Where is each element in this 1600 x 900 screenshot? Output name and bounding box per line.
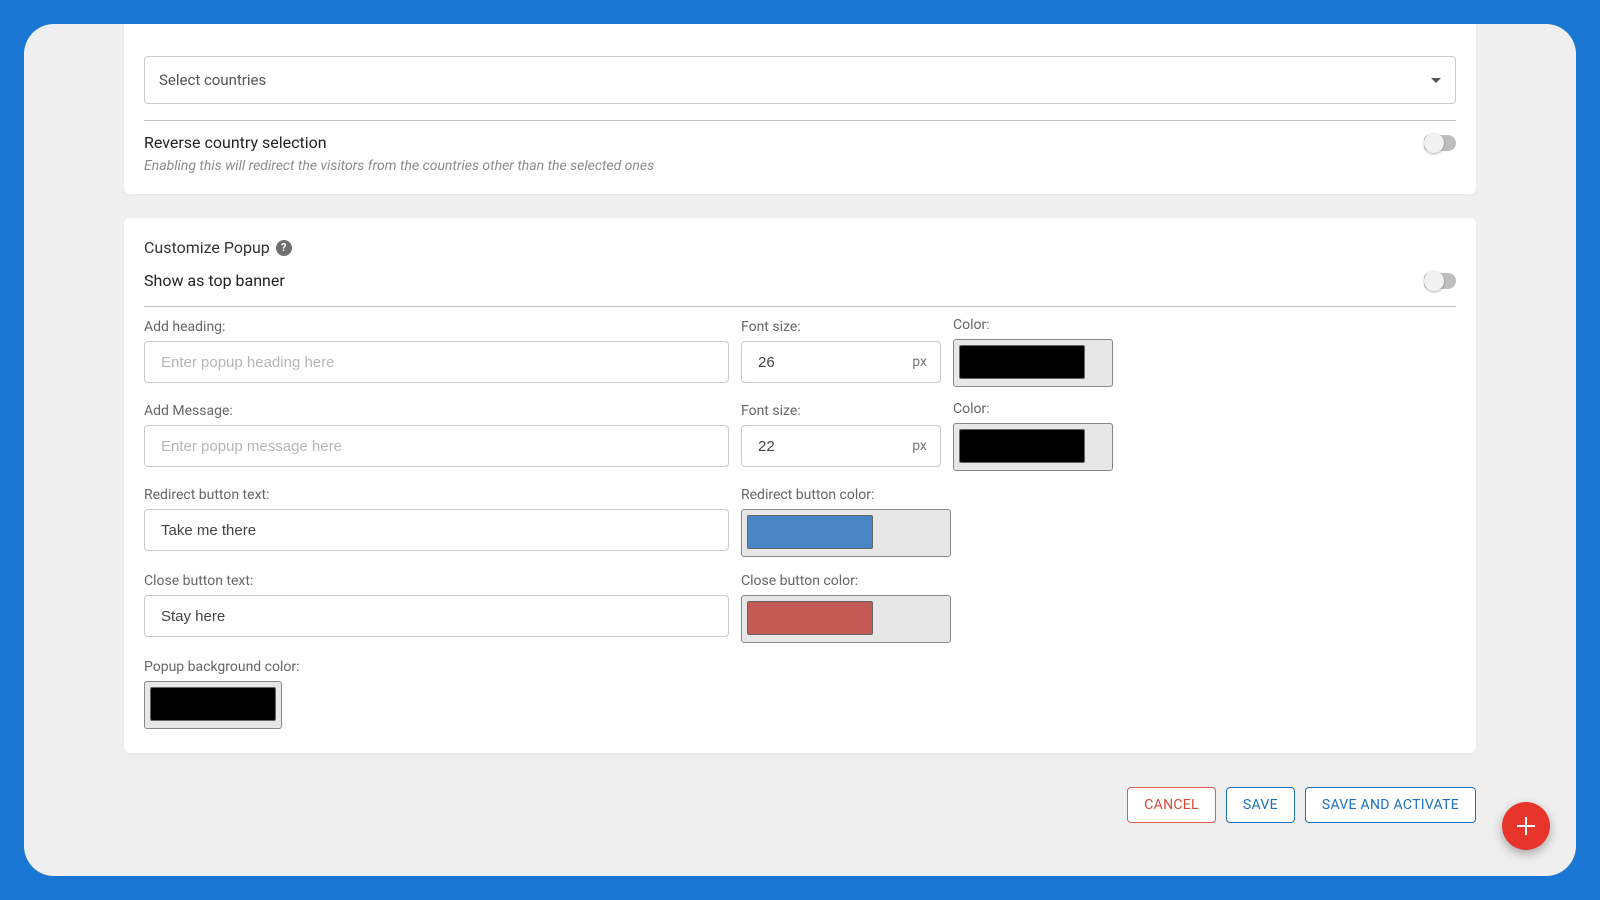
add-fab[interactable] [1502,802,1550,850]
message-font-wrap: px [741,425,941,467]
redirect-color-label: Redirect button color: [741,487,951,503]
close-color-label: Close button color: [741,573,951,589]
heading-font-wrap: px [741,341,941,383]
form-actions: CANCEL SAVE SAVE AND ACTIVATE [124,777,1476,823]
save-button[interactable]: SAVE [1226,787,1295,823]
heading-input[interactable] [144,341,729,383]
close-text-input[interactable] [144,595,729,637]
close-row: Close button text: Close button color: [144,573,1456,643]
heading-color-picker[interactable] [953,339,1113,387]
redirect-color-picker[interactable] [741,509,951,557]
countries-card: Select countries Reverse country selecti… [124,24,1476,194]
heading-color-swatch [959,345,1085,379]
customize-popup-title: Customize Popup [144,238,270,257]
reverse-country-helper: Enabling this will redirect the visitors… [144,158,1456,174]
reverse-country-label: Reverse country selection [144,133,327,152]
show-banner-row: Show as top banner [144,271,1456,290]
heading-label: Add heading: [144,319,729,335]
close-color-field: Close button color: [741,573,951,643]
redirect-row: Redirect button text: Redirect button co… [144,487,1456,557]
message-color-field: Color: [953,403,1113,471]
app-frame: Select countries Reverse country selecti… [24,24,1576,876]
heading-text-field: Add heading: [144,319,729,383]
redirect-text-field: Redirect button text: [144,487,729,557]
content-area: Select countries Reverse country selecti… [124,24,1476,823]
popup-bg-label: Popup background color: [144,659,1456,675]
help-icon[interactable]: ? [276,240,292,256]
heading-color-label: Color: [953,317,1113,333]
message-input[interactable] [144,425,729,467]
plus-icon [1517,817,1535,835]
country-select[interactable]: Select countries [144,56,1456,104]
customize-popup-card: Customize Popup ? Show as top banner Add… [124,218,1476,753]
customize-popup-title-row: Customize Popup ? [144,238,1456,257]
message-font-input[interactable] [741,425,941,467]
close-text-field: Close button text: [144,573,729,643]
message-color-swatch [959,429,1085,463]
close-color-picker[interactable] [741,595,951,643]
divider [144,120,1456,121]
message-color-picker[interactable] [953,423,1113,471]
heading-row: Add heading: Font size: px Color: [144,319,1456,387]
redirect-text-label: Redirect button text: [144,487,729,503]
divider [144,306,1456,307]
message-font-label: Font size: [741,403,941,419]
message-row: Add Message: Font size: px Color: [144,403,1456,471]
close-color-swatch [747,601,873,635]
chevron-down-icon [1431,78,1441,83]
reverse-country-row: Reverse country selection [144,133,1456,152]
reverse-country-toggle[interactable] [1424,135,1456,151]
message-label: Add Message: [144,403,729,419]
heading-font-field: Font size: px [741,319,941,383]
cancel-button[interactable]: CANCEL [1127,787,1216,823]
close-text-label: Close button text: [144,573,729,589]
heading-color-field: Color: [953,319,1113,387]
heading-font-input[interactable] [741,341,941,383]
show-banner-toggle[interactable] [1424,273,1456,289]
message-color-label: Color: [953,401,1113,417]
country-select-placeholder: Select countries [159,71,266,89]
show-banner-label: Show as top banner [144,271,285,290]
message-text-field: Add Message: [144,403,729,467]
popup-bg-color-swatch [150,687,276,721]
redirect-text-input[interactable] [144,509,729,551]
save-activate-button[interactable]: SAVE AND ACTIVATE [1305,787,1476,823]
popup-bg-row: Popup background color: [144,659,1456,733]
heading-font-label: Font size: [741,319,941,335]
message-font-field: Font size: px [741,403,941,467]
popup-bg-color-picker[interactable] [144,681,282,729]
redirect-color-swatch [747,515,873,549]
redirect-color-field: Redirect button color: [741,487,951,557]
